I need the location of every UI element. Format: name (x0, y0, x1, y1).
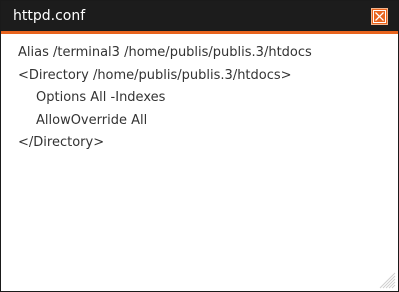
config-line-allowoverride: AllowOverride All (36, 112, 148, 128)
close-button[interactable] (371, 8, 388, 25)
close-icon (373, 10, 386, 23)
window-title: httpd.conf (13, 8, 86, 24)
resize-grip-icon[interactable] (376, 269, 396, 289)
dialog-window: httpd.conf Alias /terminal3 /home/publis… (0, 0, 399, 292)
config-line-directory-open: <Directory /home/publis/publis.3/htdocs> (18, 67, 292, 83)
config-line-alias: Alias /terminal3 /home/publis/publis.3/h… (18, 45, 312, 60)
config-text: Alias /terminal3 /home/publis/publis.3/h… (18, 42, 388, 155)
title-bar[interactable]: httpd.conf (1, 1, 398, 34)
config-line-options: Options All -Indexes (36, 90, 166, 105)
config-line-directory-close: </Directory> (18, 135, 105, 150)
